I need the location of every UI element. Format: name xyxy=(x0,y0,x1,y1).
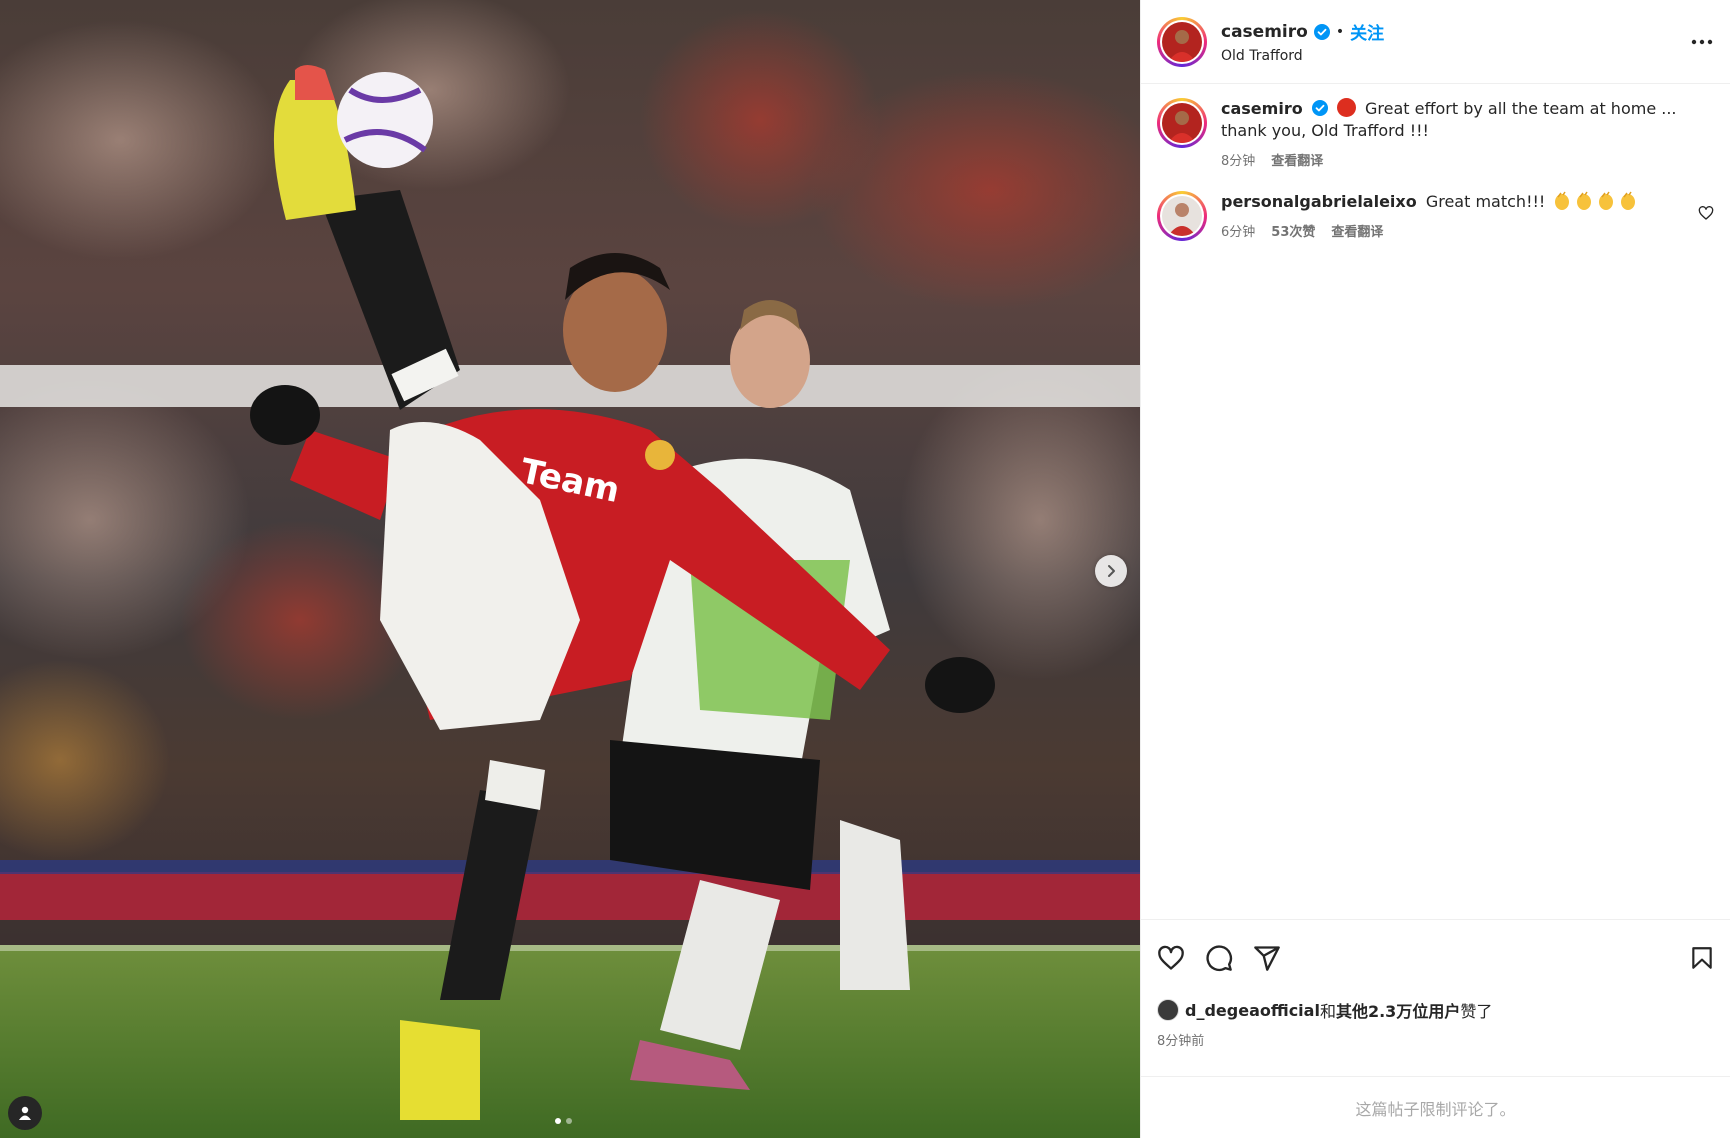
other-likers-link[interactable]: 其他2.3万位用户 xyxy=(1336,998,1460,1022)
see-translation-button[interactable]: 查看翻译 xyxy=(1331,221,1383,240)
avatar-image xyxy=(1162,103,1202,143)
liker-username[interactable]: d_degeaofficial xyxy=(1185,1001,1320,1020)
header-separator: • xyxy=(1335,23,1345,40)
tagged-users-button[interactable] xyxy=(8,1096,42,1130)
comment-button[interactable] xyxy=(1203,942,1235,974)
likes-connector: 和 xyxy=(1319,1002,1336,1021)
share-button[interactable] xyxy=(1251,942,1283,974)
carousel-dot-active xyxy=(555,1118,561,1124)
post-header: casemiro • 关注 Old Trafford xyxy=(1141,0,1730,84)
post-media[interactable]: Team xyxy=(0,0,1140,1138)
author-avatar[interactable] xyxy=(1157,16,1207,67)
liker-avatar[interactable] xyxy=(1157,999,1179,1021)
likes-suffix: 赞了 xyxy=(1460,1002,1493,1021)
post-sidebar: casemiro • 关注 Old Trafford casemiro Grea… xyxy=(1140,0,1730,1138)
caption-avatar[interactable] xyxy=(1157,98,1207,148)
verified-badge-icon xyxy=(1313,23,1330,40)
caption-text-line: casemiro Great effort by all the team at… xyxy=(1221,98,1691,142)
red-circle-emoji xyxy=(1336,98,1356,117)
commenter-avatar[interactable] xyxy=(1157,191,1207,241)
comment-item: personalgabrielaleixo Great match!!! 6分钟… xyxy=(1157,191,1714,241)
clapping-hands-emoji xyxy=(1555,191,1570,210)
see-translation-button[interactable]: 查看翻译 xyxy=(1271,150,1323,169)
clapping-hands-emoji xyxy=(1621,191,1636,210)
avatar-image xyxy=(1162,196,1202,236)
heart-icon xyxy=(1158,945,1184,970)
paper-plane-icon xyxy=(1254,946,1280,971)
like-button[interactable] xyxy=(1155,942,1187,974)
post-location[interactable]: Old Trafford xyxy=(1221,48,1384,64)
author-username[interactable]: casemiro xyxy=(1221,22,1308,42)
comment-likes[interactable]: 53次赞 xyxy=(1271,221,1315,240)
carousel-dot xyxy=(566,1118,572,1124)
instagram-post: Team casemiro • 关注 Old Trafford casemiro… xyxy=(0,0,1730,1138)
caption-meta: 8分钟 查看翻译 xyxy=(1221,150,1691,169)
comment-text: Great match!!! xyxy=(1425,192,1546,211)
action-bar xyxy=(1141,919,1730,996)
clapping-hands-emoji xyxy=(1599,191,1614,210)
post-timestamp[interactable]: 8分钟前 xyxy=(1157,1030,1714,1049)
clapping-hands-emoji xyxy=(1577,191,1592,210)
chevron-right-icon xyxy=(1108,565,1115,577)
carousel-indicator xyxy=(555,1118,572,1124)
user-tag-icon xyxy=(19,1106,31,1120)
comment-time[interactable]: 6分钟 xyxy=(1221,221,1255,240)
save-button[interactable] xyxy=(1686,942,1718,974)
likes-summary: d_degeaofficial 和 其他2.3万位用户 赞了 xyxy=(1157,998,1714,1022)
comments-section: casemiro Great effort by all the team at… xyxy=(1141,84,1730,919)
comment-text-line: personalgabrielaleixo Great match!!! xyxy=(1221,191,1691,213)
likes-section: d_degeaofficial 和 其他2.3万位用户 赞了 8分钟前 xyxy=(1141,996,1730,1076)
more-options-button[interactable] xyxy=(1688,28,1716,56)
bookmark-icon xyxy=(1692,947,1712,969)
verified-badge-icon xyxy=(1311,100,1328,116)
caption-time[interactable]: 8分钟 xyxy=(1221,150,1255,169)
comment-meta: 6分钟 53次赞 查看翻译 xyxy=(1221,221,1691,240)
commenter-username[interactable]: personalgabrielaleixo xyxy=(1221,192,1417,211)
next-image-button[interactable] xyxy=(1095,555,1127,587)
heart-icon[interactable] xyxy=(1698,205,1714,221)
more-options-icon xyxy=(1691,39,1713,45)
comments-restricted-notice: 这篇帖子限制评论了。 xyxy=(1141,1076,1730,1138)
post-photo: Team xyxy=(0,0,1140,1138)
avatar-image xyxy=(1162,21,1202,62)
caption: casemiro Great effort by all the team at… xyxy=(1157,98,1714,169)
follow-button[interactable]: 关注 xyxy=(1350,19,1384,44)
comment-bubble-icon xyxy=(1206,945,1233,972)
caption-username[interactable]: casemiro xyxy=(1221,99,1303,118)
